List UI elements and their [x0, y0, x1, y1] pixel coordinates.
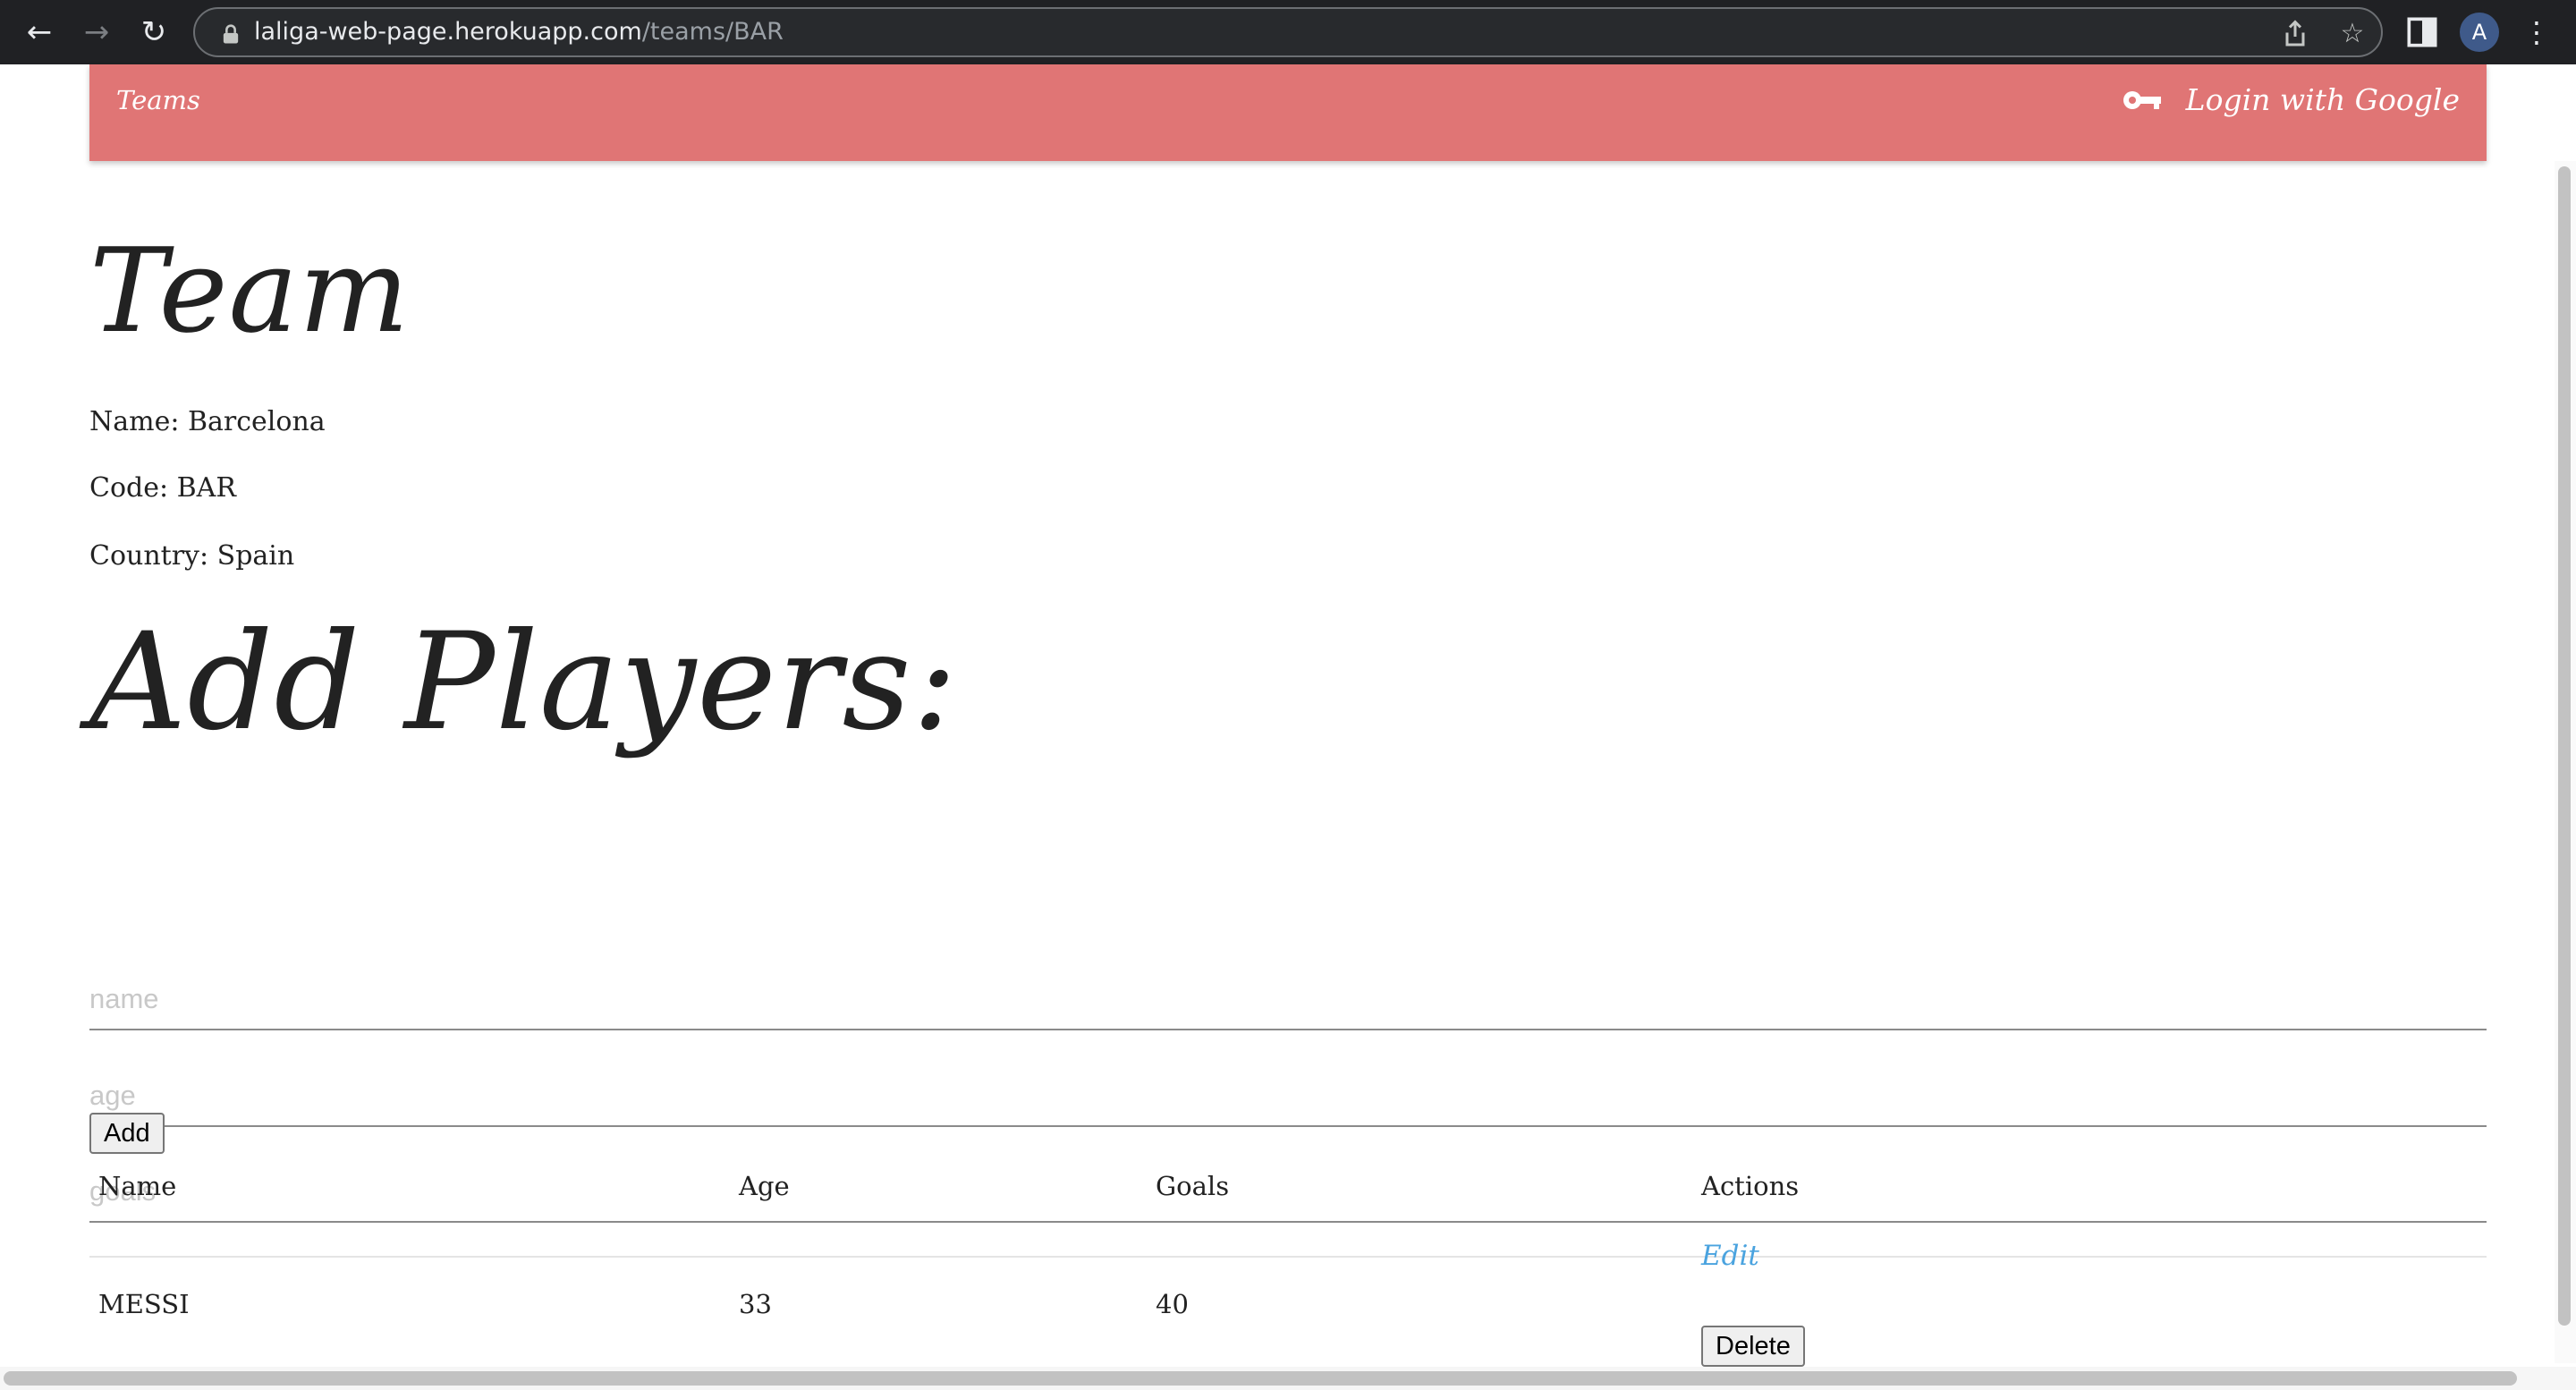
column-header-actions: Actions: [1701, 1171, 1800, 1201]
column-header-age: Age: [739, 1171, 790, 1201]
profile-avatar[interactable]: A: [2460, 13, 2499, 52]
edit-player-link[interactable]: Edit: [1701, 1240, 1759, 1272]
browser-toolbar: ← → ↻ laliga-web-page.herokuapp.com/team…: [0, 0, 2576, 64]
table-divider: [89, 1256, 2487, 1258]
player-goals-cell: 40: [1156, 1289, 1189, 1319]
column-header-name: Name: [98, 1171, 177, 1201]
team-country: Country: Spain: [89, 540, 295, 572]
address-bar[interactable]: laliga-web-page.herokuapp.com/teams/BAR …: [193, 7, 2383, 57]
reload-icon[interactable]: ↻: [132, 11, 175, 54]
add-player-button[interactable]: Add: [89, 1113, 165, 1154]
team-name: Name: Barcelona: [89, 406, 326, 437]
login-with-google-link[interactable]: Login with Google: [2122, 64, 2460, 136]
bookmark-star-icon[interactable]: ☆: [2336, 18, 2368, 50]
delete-player-button[interactable]: Delete: [1701, 1326, 1805, 1367]
url-text: laliga-web-page.herokuapp.com/teams/BAR: [254, 18, 784, 46]
site-navbar: Teams Login with Google: [89, 64, 2487, 161]
vertical-scrollbar-thumb[interactable]: [2558, 166, 2571, 1326]
key-icon: [2123, 91, 2161, 109]
team-code: Code: BAR: [89, 472, 236, 504]
back-arrow-icon[interactable]: ←: [18, 11, 61, 54]
column-header-goals: Goals: [1156, 1171, 1230, 1201]
player-age-field: [89, 1061, 2487, 1127]
team-heading: Team: [89, 223, 411, 359]
share-icon[interactable]: [2279, 18, 2311, 50]
player-goals-input[interactable]: [89, 1157, 2487, 1221]
player-age-input[interactable]: [89, 1061, 2487, 1125]
lock-icon: [223, 24, 239, 44]
player-goals-field: [89, 1157, 2487, 1223]
login-label: Login with Google: [2185, 82, 2460, 117]
player-name-field: [89, 964, 2487, 1030]
more-menu-icon[interactable]: ⋮: [2517, 13, 2556, 52]
player-age-cell: 33: [739, 1289, 772, 1319]
nav-teams-link[interactable]: Teams: [116, 64, 200, 136]
side-panel-icon[interactable]: [2402, 13, 2442, 52]
horizontal-scrollbar-thumb[interactable]: [4, 1371, 2517, 1386]
player-name-cell: MESSI: [98, 1289, 190, 1319]
forward-arrow-icon[interactable]: →: [75, 11, 118, 54]
add-players-heading: Add Players:: [89, 605, 959, 760]
player-name-input[interactable]: [89, 964, 2487, 1029]
